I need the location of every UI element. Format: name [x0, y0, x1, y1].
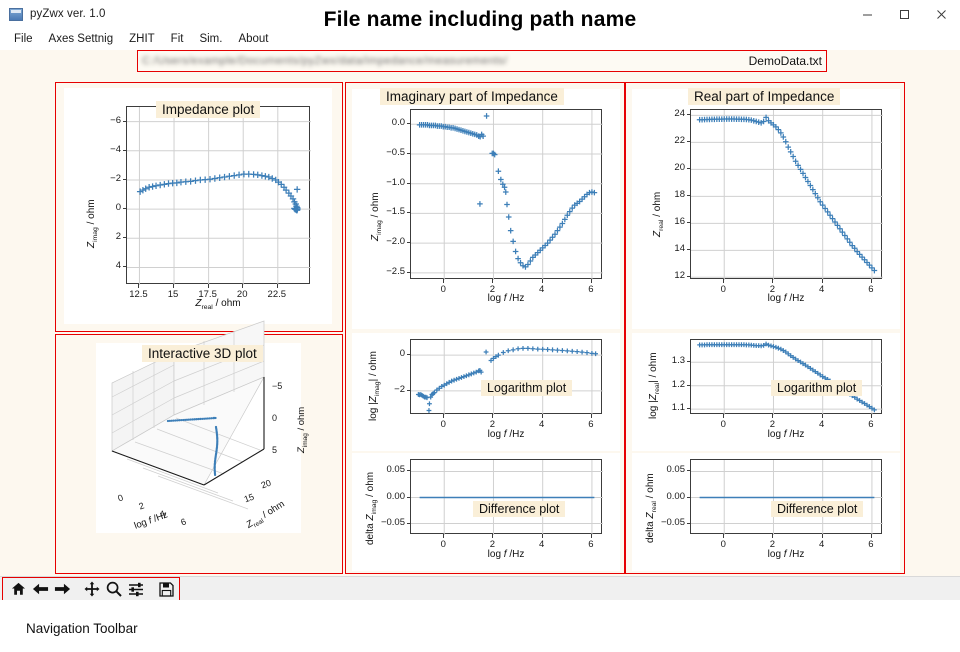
home-icon[interactable] [7, 579, 29, 599]
zoom-magnifier-icon[interactable] [103, 579, 125, 599]
axes-imaginary [410, 109, 603, 280]
menu-item-file[interactable]: File [6, 31, 41, 47]
panel-interactive-3d-plot[interactable]: 0 2 4 6 15 20 −5 0 5 log f /Hz Zreal / ohm Zimag / … [55, 320, 343, 574]
log-real-y-axis-label: log |Zreal| / ohm [648, 352, 661, 419]
label-logarithm-plot-imaginary: Logarithm plot [481, 380, 573, 396]
menu-item-fit[interactable]: Fit [163, 31, 192, 47]
save-disk-icon[interactable] [155, 579, 177, 599]
difference-imaginary-y-axis-label: delta Zimag / ohm [365, 471, 378, 545]
window-title-bar: pyZwx ver. 1.0 [0, 0, 960, 28]
log-real-x-axis-label: log f /Hz [767, 429, 805, 440]
forward-arrow-icon[interactable] [51, 579, 73, 599]
log-imaginary-y-axis-label: log |Zimag| / ohm [368, 351, 381, 421]
window-title: pyZwx ver. 1.0 [30, 8, 106, 20]
close-button[interactable] [923, 0, 960, 28]
toolbar-separator-2 [147, 589, 155, 590]
panel-impedance-plot[interactable]: −6 −4 −2 0 2 4 12.5 15 17.5 20 22.5 Zreal / ohm Z… [55, 82, 343, 332]
annotation-navigation-toolbar: Navigation Toolbar [26, 621, 138, 636]
figure-nyquist: −6 −4 −2 0 2 4 12.5 15 17.5 20 22.5 Zreal / ohm Z… [64, 88, 332, 324]
imaginary-x-axis-label: log f /Hz [487, 293, 525, 304]
real-x-axis-label: log f /Hz [767, 293, 805, 304]
app-body: C:/Users/example/Documents/pyZwx/data/im… [0, 50, 960, 580]
real-y-axis-label: Zreal / ohm [652, 191, 665, 237]
tick-label: 20 [674, 162, 685, 174]
tick-label: 14 [674, 243, 685, 255]
nyquist-y-axis-label: Zimag / ohm [86, 199, 99, 248]
toolbar-separator [73, 589, 81, 590]
label-impedance-plot: Impedance plot [156, 101, 261, 118]
tick-label: 22 [674, 135, 685, 147]
nyquist-data-layer [127, 107, 311, 285]
status-area: Navigation Toolbar [0, 600, 960, 652]
axes-difference-real [690, 459, 883, 535]
tick-label: −0.5 [386, 146, 405, 158]
axes-log-real [690, 339, 883, 415]
difference-real-x-axis-label: log f /Hz [767, 549, 805, 560]
tick-label: −6 [110, 114, 121, 126]
tick-label: 24 [674, 108, 685, 120]
menu-item-about[interactable]: About [230, 31, 276, 47]
imaginary-y-axis-label: Zimag / ohm [370, 192, 383, 241]
menu-item-axes-settings[interactable]: Axes Settnig [41, 31, 122, 47]
window-controls [849, 0, 960, 28]
axes-log-imaginary [410, 339, 603, 415]
label-real-part: Real part of Impedance [688, 88, 841, 105]
configure-subplots-icon[interactable] [125, 579, 147, 599]
tick-label: 4 [115, 260, 121, 272]
tick-label: −5 [272, 381, 283, 391]
tick-label: 12 [674, 270, 685, 282]
file-path-value: C:/Users/example/Documents/pyZwx/data/im… [142, 54, 508, 67]
navigation-toolbar-strip [0, 576, 960, 601]
file-path-blurred-text: C:/Users/example/Documents/pyZwx/data/im… [142, 55, 746, 68]
menu-item-sim[interactable]: Sim. [191, 31, 230, 47]
tick-label: 0 [272, 413, 278, 423]
file-name-value: DemoData.txt [748, 54, 822, 68]
file-path-field[interactable]: C:/Users/example/Documents/pyZwx/data/im… [137, 50, 827, 72]
tick-label: 0.0 [391, 117, 405, 129]
maximize-button[interactable] [886, 0, 923, 28]
nyquist-x-axis-label: Zreal / ohm [195, 298, 241, 311]
axes-real [690, 109, 883, 280]
label-logarithm-plot-real: Logarithm plot [771, 380, 863, 396]
label-interactive-3d-plot: Interactive 3D plot [142, 345, 263, 362]
axes-nyquist [126, 106, 311, 285]
difference-real-y-axis-label: delta Zreal / ohm [645, 473, 658, 543]
minimize-button[interactable] [849, 0, 886, 28]
app-icon [9, 7, 23, 21]
figure-imaginary: 0.0 −0.5 −1.0 −1.5 −2.0 −2.5 0246 log f /Hz Z… [352, 89, 620, 329]
log-imaginary-x-axis-label: log f /Hz [487, 429, 525, 440]
tick-label: 5 [272, 445, 278, 455]
pan-move-icon[interactable] [81, 579, 103, 599]
threed-z-axis-label: Zimag / ohm [296, 406, 309, 453]
tick-label: −2.5 [386, 265, 405, 277]
navigation-toolbar [2, 577, 180, 601]
label-difference-plot-real: Difference plot [771, 501, 864, 517]
figure-3d: 0 2 4 6 15 20 −5 0 5 log f /Hz Zreal / ohm Zimag / … [96, 320, 309, 533]
label-imaginary-part: Imaginary part of Impedance [380, 88, 564, 105]
menu-item-zhit[interactable]: ZHIT [121, 31, 163, 47]
menu-bar: File Axes Settnig ZHIT Fit Sim. About [0, 28, 960, 50]
label-difference-plot-imaginary: Difference plot [473, 501, 566, 517]
tick-label: −2 [110, 172, 121, 184]
difference-imaginary-x-axis-label: log f /Hz [487, 549, 525, 560]
panel-real-column[interactable]: 12 14 16 18 20 22 24 0246 log f /Hz Zreal / oh… [625, 82, 905, 574]
back-arrow-icon[interactable] [29, 579, 51, 599]
tick-label: −1.0 [386, 176, 405, 188]
tick-label: −4 [110, 143, 121, 155]
panel-imaginary-column[interactable]: 0.0 −0.5 −1.0 −1.5 −2.0 −2.5 0246 log f /Hz Z… [345, 82, 625, 574]
figure-real: 12 14 16 18 20 22 24 0246 log f /Hz Zreal / oh… [632, 89, 900, 329]
axes-difference-imaginary [410, 459, 603, 535]
